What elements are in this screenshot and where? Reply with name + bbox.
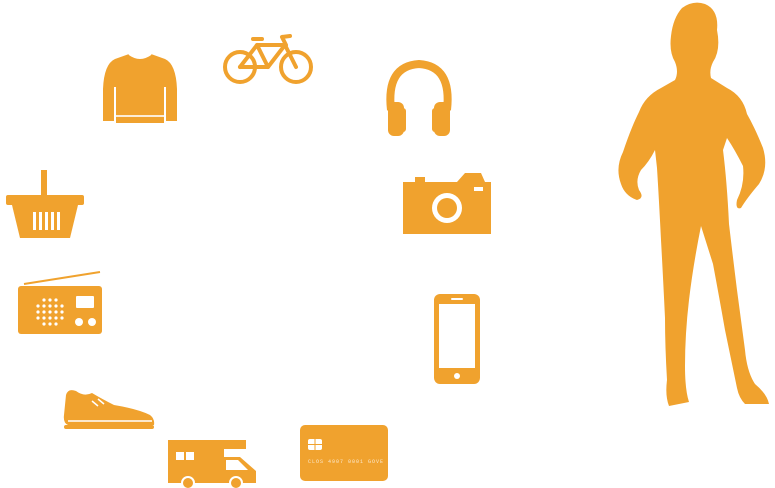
scene: CLOS 4907 0001 GOVE (0, 0, 775, 488)
card-number-text: CLOS 4907 0001 GOVE (308, 459, 385, 465)
bicycle-icon (222, 34, 314, 86)
radio-icon (16, 270, 104, 336)
smartphone-icon (433, 293, 481, 385)
sneaker-icon (62, 387, 156, 430)
headphones-icon (382, 58, 456, 140)
credit-card-icon: CLOS 4907 0001 GOVE (300, 425, 388, 481)
woman-silhouette-icon (609, 0, 775, 410)
shopping-basket-icon (4, 168, 86, 240)
camera-icon (403, 172, 491, 235)
camper-van-icon (166, 437, 258, 488)
sweater-icon (101, 51, 179, 124)
